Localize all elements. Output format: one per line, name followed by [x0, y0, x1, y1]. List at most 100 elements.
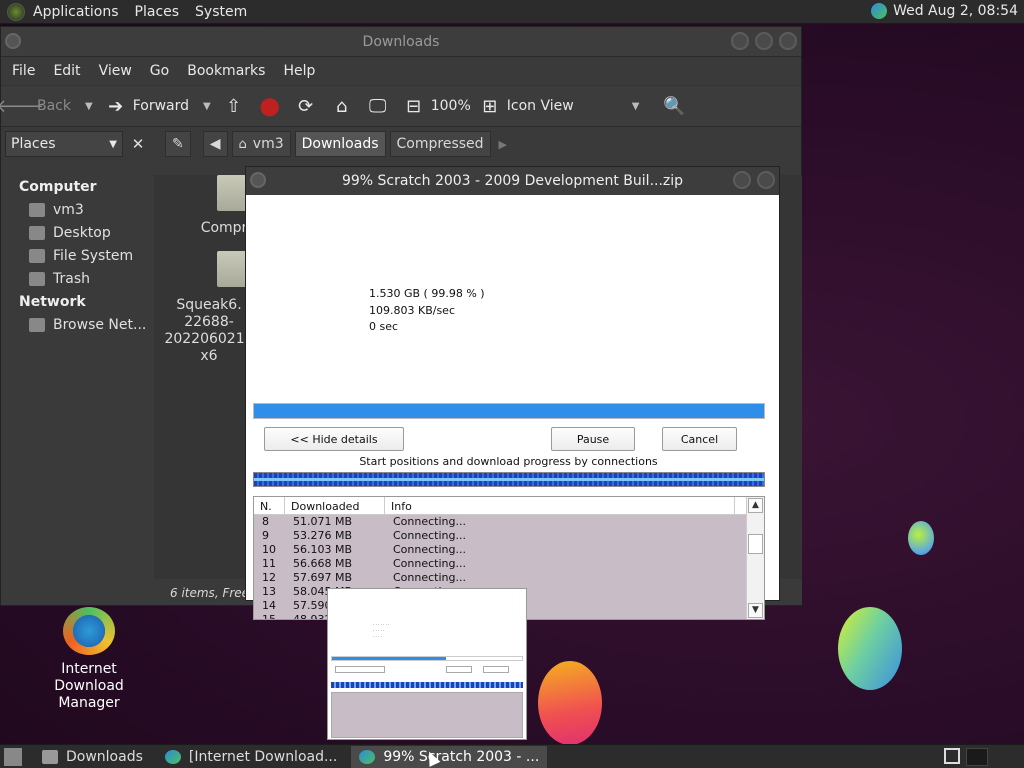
- scroll-down-icon[interactable]: ▼: [748, 603, 763, 618]
- search-button[interactable]: 🔍: [663, 95, 685, 117]
- computer-icon: 🖵: [369, 95, 387, 117]
- sidebar-item-vm3[interactable]: vm3: [1, 198, 153, 221]
- sidebar-item-filesystem[interactable]: File System: [1, 244, 153, 267]
- menu-go[interactable]: Go: [141, 63, 178, 79]
- sidebar-item-trash[interactable]: Trash: [1, 267, 153, 290]
- clock[interactable]: Wed Aug 2, 08:54: [871, 3, 1018, 19]
- folder-icon[interactable]: [217, 175, 247, 211]
- menu-file[interactable]: File: [3, 63, 44, 79]
- table-cell-n: 10: [262, 543, 276, 556]
- close-sidebar-icon[interactable]: ✕: [127, 135, 149, 153]
- edit-location-button[interactable]: ✎: [165, 131, 191, 157]
- table-cell-n: 9: [262, 529, 269, 542]
- idm-tray-icon[interactable]: [871, 3, 888, 19]
- workspace-switcher[interactable]: [966, 748, 988, 766]
- taskbar-item-download-dialog[interactable]: 99% Scratch 2003 - ...: [351, 745, 548, 768]
- window-menu-icon[interactable]: [250, 172, 266, 188]
- window-menu-icon[interactable]: [5, 33, 21, 49]
- back-button[interactable]: 🡐 Back: [0, 95, 71, 117]
- zoom-level: 100%: [430, 98, 471, 114]
- breadcrumb-forward-arrow[interactable]: ▶: [499, 138, 507, 151]
- zoom-out-button[interactable]: ⊟: [403, 95, 425, 117]
- taskbar-window-preview[interactable]: · · · · · · · · · · · · · · · ·: [327, 588, 527, 740]
- sidebar-item-browse-network[interactable]: Browse Net...: [1, 313, 153, 336]
- file-label[interactable]: Squeak6. 22688- 2022060214 x6: [164, 297, 254, 365]
- desktop-icon-idm[interactable]: Internet Download Manager: [28, 607, 150, 712]
- breadcrumb-label: vm3: [252, 136, 284, 152]
- table-row[interactable]: 8 51.071 MB Connecting...: [254, 515, 764, 529]
- table-row[interactable]: 10 56.103 MB Connecting...: [254, 543, 764, 557]
- table-cell-downloaded: 57.697 MB: [293, 571, 353, 584]
- forward-history-dropdown-icon[interactable]: ▼: [203, 101, 211, 112]
- view-mode-label: Icon View: [506, 98, 574, 114]
- up-button[interactable]: ⇧: [223, 95, 245, 117]
- sidebar-places-select[interactable]: Places ▼: [5, 131, 123, 157]
- menu-view[interactable]: View: [90, 63, 141, 79]
- breadcrumb-downloads[interactable]: Downloads: [294, 131, 386, 157]
- download-progress-bar: [253, 403, 765, 419]
- table-cell-info: Connecting...: [393, 529, 466, 542]
- hide-details-button[interactable]: << Hide details: [264, 427, 404, 451]
- home-button[interactable]: ⌂: [331, 95, 353, 117]
- breadcrumb-compressed[interactable]: Compressed: [389, 131, 491, 157]
- menu-edit[interactable]: Edit: [44, 63, 89, 79]
- column-header-info[interactable]: Info: [385, 497, 735, 514]
- connections-label: Start positions and download progress by…: [359, 455, 658, 468]
- sidebar-item-label: Trash: [53, 270, 90, 287]
- table-row[interactable]: 9 53.276 MB Connecting...: [254, 529, 764, 543]
- sidebar-item-desktop[interactable]: Desktop: [1, 221, 153, 244]
- dialog-titlebar[interactable]: 99% Scratch 2003 - 2009 Development Buil…: [246, 167, 779, 195]
- back-history-dropdown-icon[interactable]: ▼: [85, 101, 93, 112]
- computer-button[interactable]: 🖵: [367, 95, 389, 117]
- archive-file-icon[interactable]: [217, 251, 247, 287]
- decorative-blob: [838, 607, 902, 690]
- column-header-downloaded[interactable]: Downloaded: [285, 497, 385, 514]
- stop-button[interactable]: ⬤: [259, 95, 281, 117]
- menu-bookmarks[interactable]: Bookmarks: [178, 63, 274, 79]
- breadcrumb-vm3[interactable]: ⌂ vm3: [231, 131, 291, 157]
- window-titlebar[interactable]: Downloads: [1, 27, 801, 57]
- reload-button[interactable]: ⟳: [295, 95, 317, 117]
- forward-label: Forward: [132, 98, 190, 114]
- menu-applications[interactable]: Applications: [25, 4, 127, 20]
- table-cell-n: 11: [262, 557, 276, 570]
- column-header-n[interactable]: N.: [254, 497, 285, 514]
- table-row[interactable]: 12 57.697 MB Connecting...: [254, 571, 764, 585]
- table-cell-n: 14: [262, 599, 276, 612]
- zoom-out-icon: ⊟: [406, 95, 422, 117]
- places-select-label: Places: [11, 136, 56, 152]
- taskbar-item-downloads[interactable]: Downloads: [34, 746, 151, 768]
- maximize-button[interactable]: [755, 32, 773, 50]
- close-button[interactable]: [757, 171, 775, 189]
- menu-system[interactable]: System: [187, 4, 255, 20]
- decorative-blob: [908, 521, 934, 555]
- scroll-thumb[interactable]: [748, 534, 763, 554]
- view-mode-select[interactable]: Icon View ▼: [507, 98, 640, 114]
- preview-info-text: · · · · · · · · · · · · · · · ·: [373, 622, 390, 639]
- menu-help[interactable]: Help: [274, 63, 324, 79]
- menu-places[interactable]: Places: [127, 4, 188, 20]
- clock-text: Wed Aug 2, 08:54: [893, 3, 1018, 19]
- close-button[interactable]: [779, 32, 797, 50]
- taskbar-item-idm[interactable]: [Internet Download...: [157, 746, 345, 768]
- cancel-button[interactable]: Cancel: [662, 427, 737, 451]
- preview-button: [335, 666, 385, 673]
- chevron-down-icon: ▼: [109, 138, 117, 150]
- applications-icon[interactable]: [7, 2, 25, 21]
- minimize-button[interactable]: [733, 171, 751, 189]
- home-folder-icon: [29, 202, 45, 217]
- minimize-button[interactable]: [731, 32, 749, 50]
- workspace-icon[interactable]: [944, 748, 960, 764]
- top-panel: Applications Places System Wed Aug 2, 08…: [0, 0, 1024, 24]
- network-icon: [29, 317, 45, 332]
- show-desktop-icon[interactable]: [4, 747, 22, 766]
- forward-button[interactable]: ➔ Forward: [105, 95, 189, 117]
- table-scrollbar[interactable]: ▲ ▼: [746, 497, 764, 619]
- table-row[interactable]: 11 56.668 MB Connecting...: [254, 557, 764, 571]
- zoom-in-button[interactable]: ⊞: [479, 95, 501, 117]
- breadcrumb-back-arrow[interactable]: ◀: [202, 131, 228, 157]
- pause-button[interactable]: Pause: [551, 427, 635, 451]
- scroll-up-icon[interactable]: ▲: [748, 498, 763, 513]
- bottom-taskbar: Downloads [Internet Download... 99% Scra…: [0, 744, 1024, 768]
- transfer-rate: 109.803 KB/sec: [369, 304, 455, 317]
